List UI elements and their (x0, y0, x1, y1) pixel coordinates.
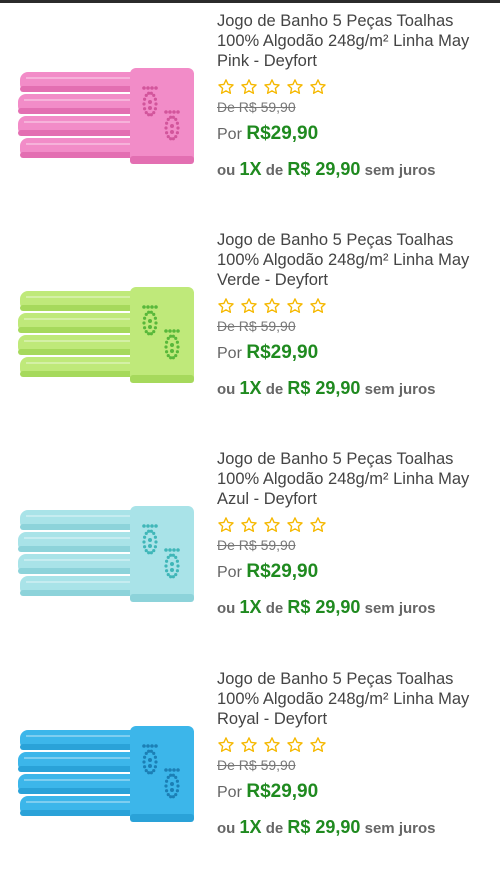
star-outline-icon (287, 298, 303, 313)
price-prefix: Por (217, 126, 242, 143)
installment-line: ou 1X de R$ 29,90 sem juros (217, 159, 497, 181)
installment-amount: R$ 29,90 (287, 597, 361, 617)
star-outline-icon (264, 298, 280, 313)
star-outline-icon (218, 737, 234, 752)
installment-prefix: ou (217, 600, 236, 617)
installment-of: de (265, 381, 284, 398)
star-outline-icon (241, 298, 257, 313)
price-value: R$29,90 (246, 123, 319, 144)
product-card[interactable]: Jogo de Banho 5 Peças Toalhas 100% Algod… (0, 438, 500, 657)
star-outline-icon (310, 737, 326, 752)
installment-suffix: sem juros (364, 820, 436, 837)
star-outline-icon (310, 298, 326, 313)
product-info: Jogo de Banho 5 Peças Toalhas 100% Algod… (217, 449, 497, 619)
star-outline-icon (310, 79, 326, 94)
installment-suffix: sem juros (364, 381, 436, 398)
product-title[interactable]: Jogo de Banho 5 Peças Toalhas 100% Algod… (217, 230, 497, 290)
star-outline-icon (218, 298, 234, 313)
product-image[interactable] (12, 716, 208, 836)
product-card[interactable]: Jogo de Banho 5 Peças Toalhas 100% Algod… (0, 0, 500, 219)
star-outline-icon (287, 79, 303, 94)
rating-stars (217, 736, 497, 754)
star-outline-icon (241, 79, 257, 94)
price-line: Por R$29,90 (217, 561, 497, 584)
product-card[interactable]: Jogo de Banho 5 Peças Toalhas 100% Algod… (0, 658, 500, 877)
price-line: Por R$29,90 (217, 781, 497, 804)
installment-count: 1X (239, 159, 262, 179)
installment-of: de (265, 162, 284, 179)
product-image[interactable] (12, 58, 208, 178)
product-info: Jogo de Banho 5 Peças Toalhas 100% Algod… (217, 11, 497, 181)
star-outline-icon (218, 517, 234, 532)
price-value: R$29,90 (246, 342, 319, 363)
product-info: Jogo de Banho 5 Peças Toalhas 100% Algod… (217, 669, 497, 839)
star-outline-icon (287, 517, 303, 532)
installment-amount: R$ 29,90 (287, 378, 361, 398)
installment-prefix: ou (217, 162, 236, 179)
price-prefix: Por (217, 345, 242, 362)
price-value: R$29,90 (246, 781, 319, 802)
installment-amount: R$ 29,90 (287, 159, 361, 179)
rating-stars (217, 78, 497, 96)
star-outline-icon (241, 517, 257, 532)
star-outline-icon (218, 79, 234, 94)
price-prefix: Por (217, 564, 242, 581)
old-price: De R$ 59,90 (217, 318, 296, 334)
product-list: Jogo de Banho 5 Peças Toalhas 100% Algod… (0, 0, 500, 863)
price-line: Por R$29,90 (217, 123, 497, 146)
star-outline-icon (287, 737, 303, 752)
price-value: R$29,90 (246, 561, 319, 582)
installment-suffix: sem juros (364, 162, 436, 179)
product-image[interactable] (12, 277, 208, 397)
installment-of: de (265, 600, 284, 617)
installment-of: de (265, 820, 284, 837)
product-image[interactable] (12, 496, 208, 616)
star-outline-icon (264, 517, 280, 532)
installment-count: 1X (239, 378, 262, 398)
installment-line: ou 1X de R$ 29,90 sem juros (217, 597, 497, 619)
installment-line: ou 1X de R$ 29,90 sem juros (217, 817, 497, 839)
installment-count: 1X (239, 817, 262, 837)
product-title[interactable]: Jogo de Banho 5 Peças Toalhas 100% Algod… (217, 449, 497, 509)
product-title[interactable]: Jogo de Banho 5 Peças Toalhas 100% Algod… (217, 11, 497, 71)
product-info: Jogo de Banho 5 Peças Toalhas 100% Algod… (217, 230, 497, 400)
product-card[interactable]: Jogo de Banho 5 Peças Toalhas 100% Algod… (0, 219, 500, 438)
price-prefix: Por (217, 784, 242, 801)
old-price: De R$ 59,90 (217, 99, 296, 115)
installment-prefix: ou (217, 381, 236, 398)
rating-stars (217, 516, 497, 534)
star-outline-icon (310, 517, 326, 532)
product-title[interactable]: Jogo de Banho 5 Peças Toalhas 100% Algod… (217, 669, 497, 729)
old-price: De R$ 59,90 (217, 537, 296, 553)
star-outline-icon (241, 737, 257, 752)
old-price: De R$ 59,90 (217, 757, 296, 773)
rating-stars (217, 297, 497, 315)
price-line: Por R$29,90 (217, 342, 497, 365)
installment-count: 1X (239, 597, 262, 617)
installment-line: ou 1X de R$ 29,90 sem juros (217, 378, 497, 400)
star-outline-icon (264, 79, 280, 94)
star-outline-icon (264, 737, 280, 752)
installment-prefix: ou (217, 820, 236, 837)
installment-suffix: sem juros (364, 600, 436, 617)
installment-amount: R$ 29,90 (287, 817, 361, 837)
